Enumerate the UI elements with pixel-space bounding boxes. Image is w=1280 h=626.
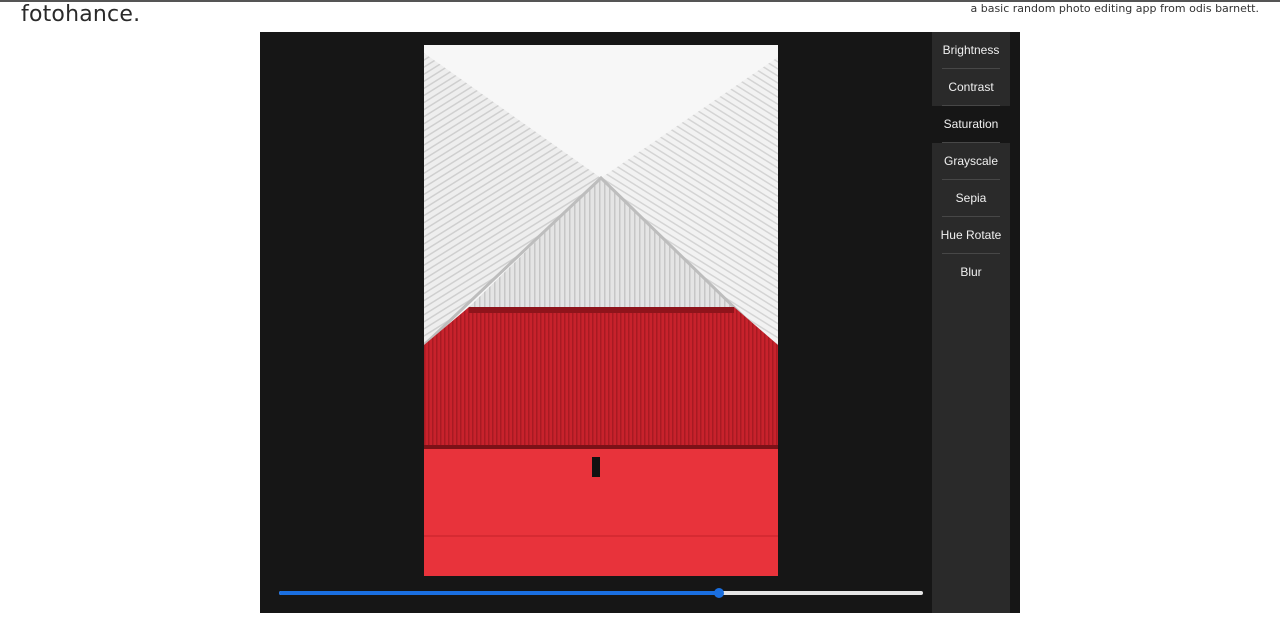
slider-thumb[interactable] [713,588,724,598]
edited-photo [424,45,778,576]
filter-contrast-button[interactable]: Contrast [932,69,1010,106]
filter-sidebar: Brightness Contrast Saturation Grayscale… [932,32,1010,613]
editor-panel: Brightness Contrast Saturation Grayscale… [260,32,1020,613]
canvas-area [260,32,932,613]
filter-value-slider[interactable] [279,586,923,600]
filter-brightness-button[interactable]: Brightness [932,32,1010,69]
filter-sepia-button[interactable]: Sepia [932,180,1010,217]
app-logo: fotohance. [21,2,141,27]
filter-blur-button[interactable]: Blur [932,254,1010,291]
filter-grayscale-button[interactable]: Grayscale [932,143,1010,180]
filter-hue-rotate-button[interactable]: Hue Rotate [932,217,1010,254]
slider-fill [279,591,719,595]
app-tagline: a basic random photo editing app from od… [970,2,1259,15]
filter-saturation-button[interactable]: Saturation [932,106,1010,143]
